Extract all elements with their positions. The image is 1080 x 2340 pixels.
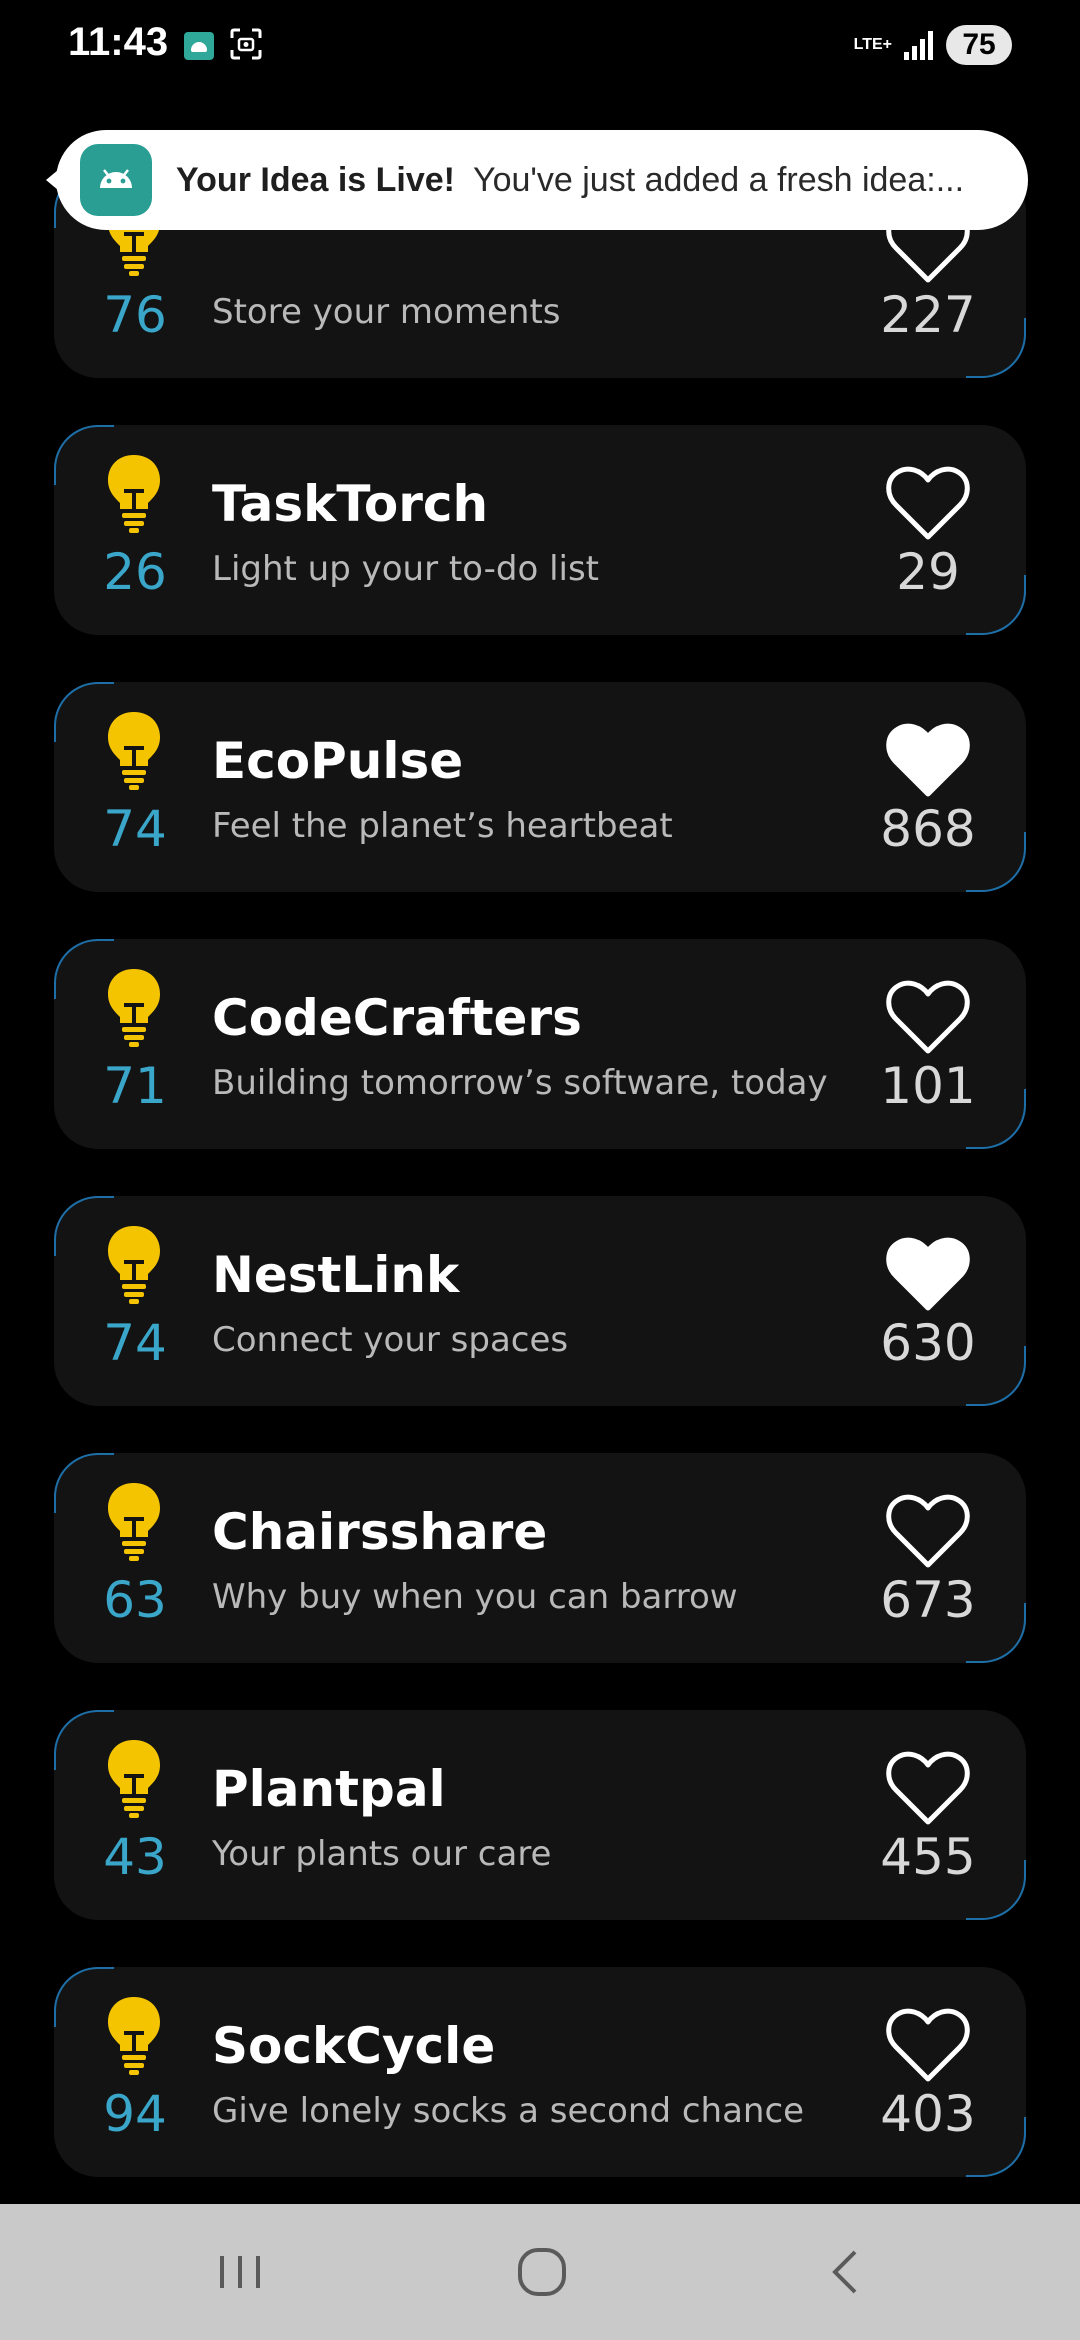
idea-title: SockCycle — [212, 2017, 496, 2075]
like-count: 403 — [880, 2085, 976, 2143]
like-count: 630 — [880, 1314, 976, 1372]
idea-title: TaskTorch — [212, 475, 489, 533]
like-count: 227 — [880, 286, 976, 344]
lightbulb-icon — [108, 712, 160, 790]
home-icon[interactable] — [512, 2242, 572, 2302]
back-icon[interactable] — [815, 2242, 875, 2302]
idea-score: 94 — [103, 2085, 167, 2143]
idea-title: Chairsshare — [212, 1503, 548, 1561]
heart-icon[interactable] — [886, 2007, 970, 2083]
idea-subtitle: Give lonely socks a second chance — [212, 2091, 805, 2131]
idea-score: 63 — [103, 1571, 167, 1629]
recents-icon[interactable] — [210, 2242, 270, 2302]
idea-subtitle: Light up your to-do list — [212, 549, 600, 589]
idea-score: 26 — [103, 543, 167, 601]
navigation-bar — [0, 2204, 1080, 2340]
like-count: 868 — [880, 800, 976, 858]
heart-icon[interactable] — [886, 979, 970, 1055]
lightbulb-icon — [108, 969, 160, 1047]
idea-card[interactable]: 63 Chairsshare Why buy when you can barrow… — [54, 1453, 1026, 1663]
idea-title: NestLink — [212, 1246, 460, 1304]
notification-toast[interactable]: Your Idea is Live! You've just added a f… — [46, 130, 1028, 230]
idea-title: EcoPulse — [212, 732, 464, 790]
idea-card[interactable]: 26 TaskTorch Light up your to-do list 29 — [54, 425, 1026, 635]
heart-icon[interactable] — [886, 465, 970, 541]
idea-subtitle: Connect your spaces — [212, 1320, 569, 1360]
idea-score: 71 — [103, 1057, 167, 1115]
idea-score: 76 — [103, 286, 167, 344]
notification-text: You've just added a fresh idea:... — [473, 160, 965, 199]
idea-card[interactable]: 94 SockCycle Give lonely socks a second ch… — [54, 1967, 1026, 2177]
idea-card[interactable]: 71 CodeCrafters Building tomorrow’s softwa… — [54, 939, 1026, 1149]
idea-card[interactable]: 74 EcoPulse Feel the planet’s heartbeat 868 — [54, 682, 1026, 892]
android-icon — [100, 169, 132, 188]
idea-score: 43 — [103, 1828, 167, 1886]
like-count: 455 — [880, 1828, 976, 1886]
heart-icon[interactable] — [886, 1493, 970, 1569]
idea-score: 74 — [103, 1314, 167, 1372]
idea-score: 74 — [103, 800, 167, 858]
idea-card[interactable]: 43 Plantpal Your plants our care 455 — [54, 1710, 1026, 1920]
lightbulb-icon — [108, 1483, 160, 1561]
heart-icon[interactable] — [886, 722, 970, 798]
idea-title: Plantpal — [212, 1760, 446, 1818]
idea-subtitle: Store your moments — [212, 292, 561, 332]
lightbulb-icon — [108, 455, 160, 533]
app-icon — [80, 144, 152, 216]
idea-title: CodeCrafters — [212, 989, 582, 1047]
lightbulb-icon — [108, 1740, 160, 1818]
idea-subtitle: Your plants our care — [212, 1834, 552, 1874]
like-count: 101 — [880, 1057, 976, 1115]
idea-card[interactable]: 74 NestLink Connect your spaces 630 — [54, 1196, 1026, 1406]
like-count: 673 — [880, 1571, 976, 1629]
lightbulb-icon — [108, 1226, 160, 1304]
like-count: 29 — [896, 543, 960, 601]
notification-title: Your Idea is Live! — [176, 160, 456, 199]
idea-subtitle: Feel the planet’s heartbeat — [212, 806, 673, 846]
heart-icon[interactable] — [886, 1750, 970, 1826]
heart-icon[interactable] — [886, 1236, 970, 1312]
idea-subtitle: Building tomorrow’s software, today — [212, 1063, 828, 1103]
idea-list[interactable]: 76 Store your moments 227 26 TaskTorch Light … — [0, 0, 1080, 2204]
idea-subtitle: Why buy when you can barrow — [212, 1577, 738, 1617]
lightbulb-icon — [108, 1997, 160, 2075]
